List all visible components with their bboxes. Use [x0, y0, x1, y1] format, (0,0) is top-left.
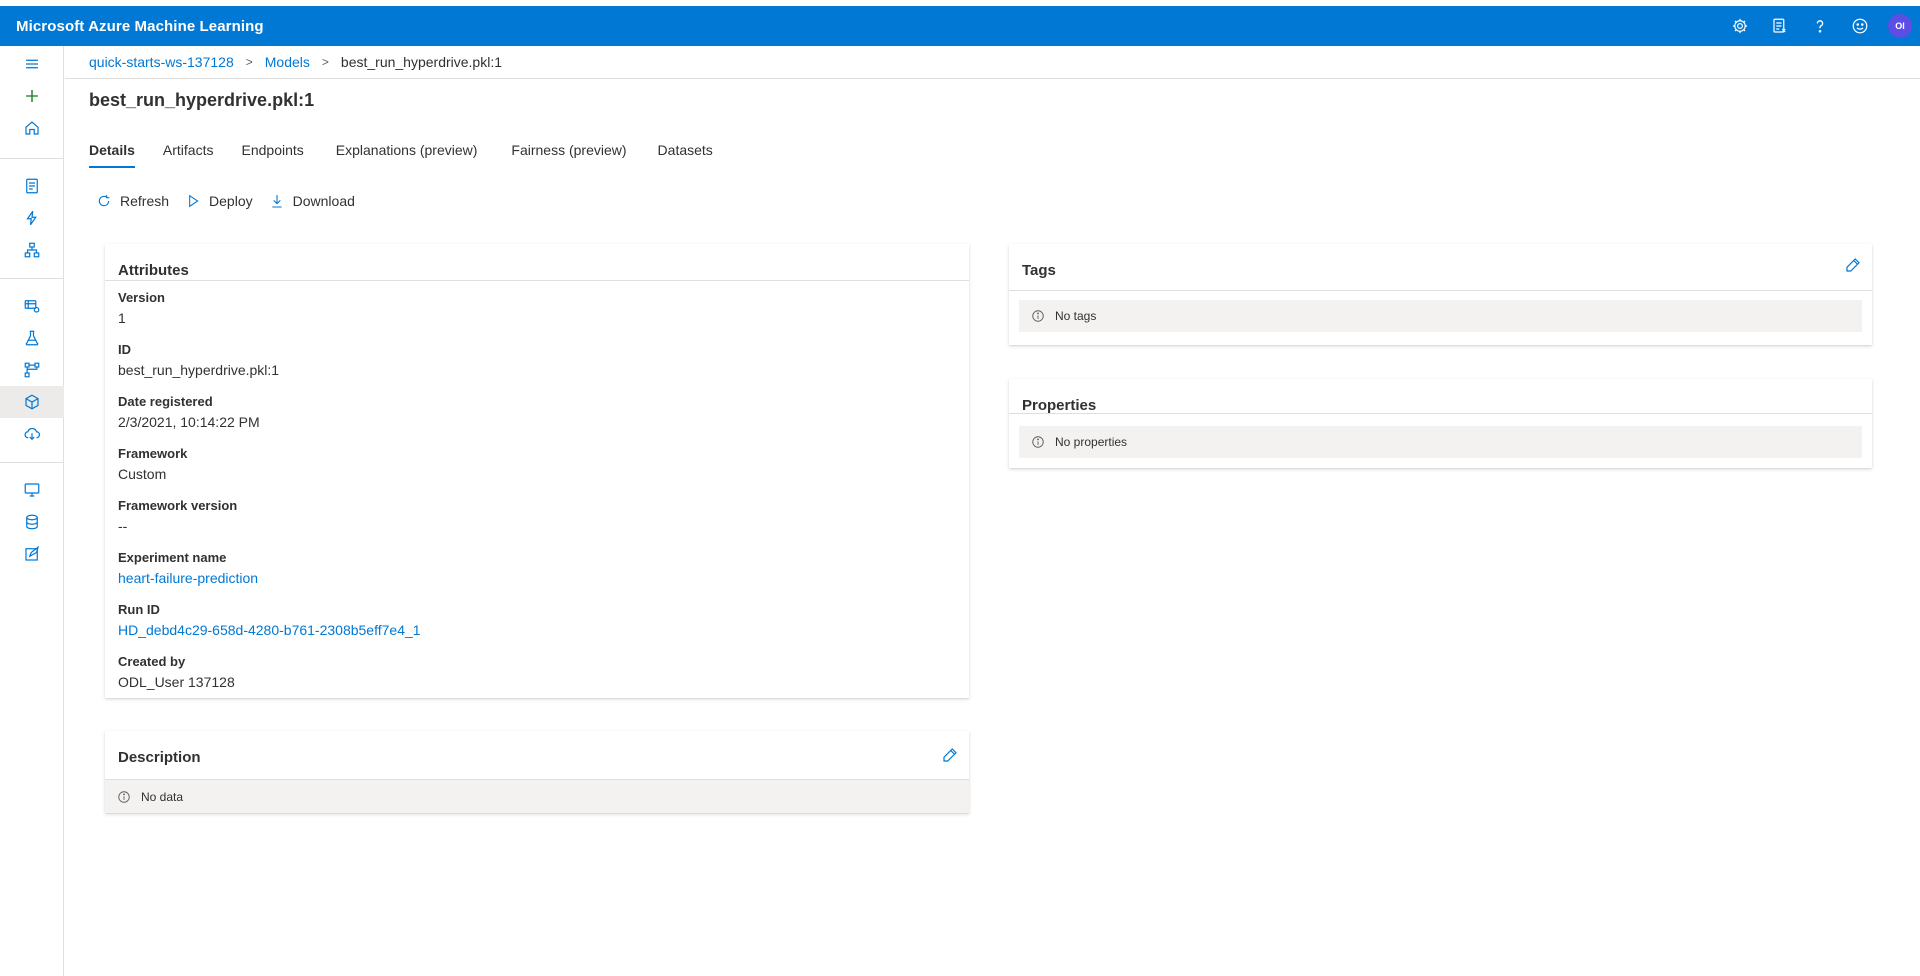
description-title: Description [118, 749, 201, 766]
compute-icon[interactable] [0, 474, 64, 506]
feedback-list-icon[interactable] [1760, 6, 1800, 46]
top-bar: Microsoft Azure Machine Learning OI [0, 6, 1920, 46]
info-icon [1032, 436, 1044, 448]
page-title: best_run_hyperdrive.pkl:1 [89, 90, 315, 110]
run-id-label: Run ID [118, 602, 160, 617]
framework-version-label: Framework version [118, 498, 238, 513]
help-icon[interactable] [1800, 6, 1840, 46]
description-empty-text: No data [141, 789, 184, 804]
tab-details[interactable]: Details [89, 138, 135, 168]
edit-tags-icon[interactable] [1844, 256, 1862, 274]
info-icon [118, 790, 130, 803]
created-by-value: ODL_User 137128 [118, 674, 235, 690]
run-id-link[interactable]: HD_debd4c29-658d-4280-b761-2308b5eff7e4_… [118, 622, 421, 638]
deploy-label: Deploy [209, 193, 253, 209]
tab-artifacts[interactable]: Artifacts [163, 138, 214, 168]
plus-icon[interactable] [0, 80, 64, 112]
download-label: Download [292, 193, 355, 209]
framework-value: Custom [118, 466, 167, 482]
nav-separator [0, 278, 64, 279]
breadcrumb: quick-starts-ws-137128 > Models > best_r… [65, 46, 1920, 79]
smiley-icon[interactable] [1840, 6, 1880, 46]
description-card: Description No data [105, 731, 969, 813]
experiment-name-link[interactable]: heart-failure-prediction [118, 570, 258, 586]
properties-title: Properties [1022, 397, 1097, 414]
datasets-icon[interactable] [0, 290, 64, 322]
experiments-icon[interactable] [0, 322, 64, 354]
experiment-name-label: Experiment name [118, 550, 227, 565]
tags-empty-message: No tags [1019, 300, 1862, 332]
version-value: 1 [118, 310, 126, 326]
framework-version-value: -- [118, 518, 128, 534]
tab-explanations[interactable]: Explanations (preview) [336, 138, 478, 168]
card-divider [1009, 290, 1872, 291]
date-registered-label: Date registered [118, 394, 213, 409]
card-divider [105, 280, 969, 281]
download-icon [271, 195, 282, 208]
deploy-button[interactable]: Deploy [185, 193, 253, 209]
info-icon [1032, 310, 1044, 322]
play-icon [189, 194, 199, 208]
gear-icon[interactable] [1720, 6, 1760, 46]
properties-empty-text: No properties [1055, 435, 1128, 449]
breadcrumb-current: best_run_hyperdrive.pkl:1 [340, 54, 503, 70]
hamburger-icon[interactable] [0, 48, 64, 80]
chevron-right-icon: > [245, 55, 253, 69]
tags-empty-text: No tags [1055, 309, 1097, 323]
command-bar: Refresh Deploy Download [96, 193, 371, 209]
id-value: best_run_hyperdrive.pkl:1 [118, 362, 280, 378]
id-label: ID [118, 342, 131, 357]
models-icon[interactable] [0, 386, 64, 418]
automl-icon[interactable] [0, 202, 64, 234]
endpoints-icon[interactable] [0, 418, 64, 450]
date-registered-value: 2/3/2021, 10:14:22 PM [118, 414, 260, 430]
pipelines-icon[interactable] [0, 354, 64, 386]
properties-card: Properties No properties [1009, 379, 1872, 468]
tab-bar: Details Artifacts Endpoints Explanations… [89, 138, 741, 168]
avatar[interactable]: OI [1888, 14, 1912, 38]
tab-fairness[interactable]: Fairness (preview) [511, 138, 626, 168]
version-label: Version [118, 290, 165, 305]
framework-label: Framework [118, 446, 188, 461]
refresh-icon [98, 195, 110, 207]
refresh-button[interactable]: Refresh [96, 193, 169, 209]
properties-empty-message: No properties [1019, 426, 1862, 458]
app-title[interactable]: Microsoft Azure Machine Learning [16, 18, 264, 35]
refresh-label: Refresh [120, 193, 170, 209]
card-divider [1009, 413, 1872, 414]
top-bar-actions: OI [1720, 6, 1920, 46]
tab-datasets[interactable]: Datasets [658, 138, 713, 168]
chevron-right-icon: > [321, 55, 329, 69]
breadcrumb-workspace-link[interactable]: quick-starts-ws-137128 [89, 54, 234, 70]
labeling-icon[interactable] [0, 538, 64, 570]
download-button[interactable]: Download [269, 193, 355, 209]
left-nav [0, 46, 64, 976]
edit-description-icon[interactable] [941, 746, 959, 764]
home-icon[interactable] [0, 112, 64, 144]
nav-separator [0, 158, 64, 159]
breadcrumb-models-link[interactable]: Models [265, 54, 310, 70]
tab-endpoints[interactable]: Endpoints [242, 138, 304, 168]
nav-separator [0, 462, 64, 463]
attributes-card: Attributes Version 1 ID best_run_hyperdr… [105, 244, 969, 698]
attributes-title: Attributes [118, 262, 189, 279]
tags-card: Tags No tags [1009, 244, 1872, 345]
description-empty-message: No data [105, 780, 969, 813]
notebook-icon[interactable] [0, 170, 64, 202]
tags-title: Tags [1022, 262, 1056, 279]
created-by-label: Created by [118, 654, 186, 669]
datastores-icon[interactable] [0, 506, 64, 538]
designer-icon[interactable] [0, 234, 64, 266]
